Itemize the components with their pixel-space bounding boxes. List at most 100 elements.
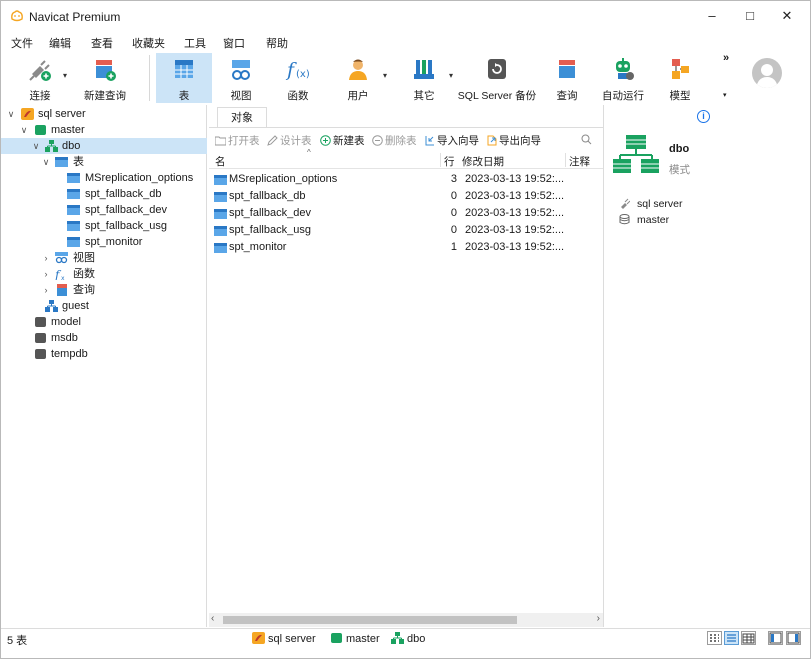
table-row[interactable]: spt_fallback_usg 0 2023-03-13 19:52:... [209,222,603,239]
column-divider[interactable] [440,153,441,167]
menu-edit[interactable]: 编辑 [49,35,71,51]
row-name: MSreplication_options [229,173,337,185]
svg-text:x: x [61,275,65,280]
tree-table-item[interactable]: MSreplication_options [1,170,207,186]
menu-file[interactable]: 文件 [11,35,33,51]
menu-window[interactable]: 窗口 [223,35,245,51]
table-button[interactable]: 表 [156,53,212,103]
status-schema: dbo [391,632,425,645]
tree-group-functions[interactable]: › f x 函数 [1,266,207,282]
info-icon[interactable]: i [697,110,710,123]
tree-database-model[interactable]: model [1,314,207,330]
table-row[interactable]: spt_fallback_db 0 2023-03-13 19:52:... [209,188,603,205]
row-name: spt_fallback_db [229,190,305,202]
new-table-button[interactable]: 新建表 [320,133,365,148]
table-row[interactable]: spt_monitor 1 2023-03-13 19:52:... [209,239,603,256]
horizontal-scrollbar[interactable]: ‹ › [209,613,603,627]
export-wizard-button[interactable]: 导出向导 [486,133,541,148]
export-icon [486,135,497,146]
row-modified: 2023-03-13 19:52:... [465,173,564,185]
design-table-button[interactable]: 设计表 [267,133,312,148]
close-button[interactable]: ✕ [769,5,805,27]
app-window: Navicat Premium – □ ✕ 文件 编辑 查看 收藏夹 工具 窗口… [0,0,811,659]
connect-button[interactable]: ▾ 连接 [15,53,65,103]
tree-database-tempdb[interactable]: tempdb [1,346,207,362]
user-avatar[interactable] [752,58,782,88]
tree-group-tables[interactable]: ∨ 表 [1,154,207,170]
view-button[interactable]: 视图 [219,53,263,103]
automation-button[interactable]: 自动运行 [598,53,648,103]
tree-database-msdb[interactable]: msdb [1,330,207,346]
menu-bar: 文件 编辑 查看 收藏夹 工具 窗口 帮助 [1,33,810,51]
menu-tools[interactable]: 工具 [184,35,206,51]
tab-objects[interactable]: 对象 [217,107,267,127]
chevron-down-icon[interactable]: ∨ [19,122,29,138]
query-button[interactable]: 查询 [545,53,589,103]
column-divider[interactable] [565,153,566,167]
column-header-name[interactable]: 名 [215,154,226,169]
grid-view-button[interactable] [707,631,722,645]
import-wizard-button[interactable]: 导入向导 [424,133,479,148]
table-icon [170,56,198,82]
toolbar-dropdown-caret[interactable]: ▾ [723,91,727,99]
toolbar-overflow-button[interactable]: » [723,52,729,64]
function-button[interactable]: f (x) 函数 [276,53,320,103]
pane-icon [787,632,800,644]
scroll-right-arrow-icon[interactable]: › [597,613,600,624]
chevron-down-icon[interactable]: ∨ [6,106,16,122]
tree-database-master[interactable]: ∨ master [1,122,207,138]
database-icon [330,632,343,644]
table-row[interactable]: MSreplication_options 3 2023-03-13 19:52… [209,171,603,188]
tree-schema-dbo[interactable]: ∨ dbo [1,138,207,154]
delete-table-button[interactable]: 删除表 [372,133,417,148]
chevron-down-icon[interactable]: ∨ [41,154,51,170]
tree-group-views[interactable]: › 视图 [1,250,207,266]
tree-group-queries[interactable]: › 查询 [1,282,207,298]
open-table-button[interactable]: 打开表 [215,133,260,148]
status-connection: sql server [252,632,316,645]
chevron-right-icon[interactable]: › [41,266,51,282]
backup-icon [483,56,511,82]
detail-view-button[interactable] [741,631,756,645]
database-icon [34,316,47,328]
status-database: master [330,632,380,645]
other-button[interactable]: ▾ 其它 [400,53,448,103]
tree-table-item[interactable]: spt_fallback_usg [1,218,207,234]
query-icon [553,56,581,82]
column-header-modified[interactable]: 修改日期 [462,154,504,169]
tree-table-item[interactable]: spt_monitor [1,234,207,250]
toggle-right-pane-button[interactable] [786,631,801,645]
table-row[interactable]: spt_fallback_dev 0 2023-03-13 19:52:... [209,205,603,222]
selected-object-type: 模式 [669,162,690,177]
tree-table-item[interactable]: spt_fallback_db [1,186,207,202]
model-button[interactable]: 模型 [660,53,700,103]
minimize-button[interactable]: – [694,5,730,27]
new-query-button[interactable]: 新建查询 [75,53,135,103]
row-modified: 2023-03-13 19:52:... [465,207,564,219]
menu-view[interactable]: 查看 [91,35,113,51]
search-icon[interactable] [581,134,592,145]
plug-icon [26,56,54,82]
chevron-right-icon[interactable]: › [41,282,51,298]
sql-server-backup-button[interactable]: SQL Server 备份 [456,53,538,103]
sort-asc-icon: ^ [307,148,311,157]
column-header-rows[interactable]: 行 [444,154,455,169]
column-header-comment[interactable]: 注释 [569,154,590,169]
menu-favorites[interactable]: 收藏夹 [132,35,165,51]
user-button[interactable]: ▾ 用户 [334,53,382,103]
scrollbar-thumb[interactable] [223,616,517,624]
tree-table-item[interactable]: spt_fallback_dev [1,202,207,218]
tree-schema-guest[interactable]: guest [1,298,207,314]
chevron-down-icon[interactable]: ∨ [31,138,41,154]
info-pane: i dbo 模式 sql server master [603,105,810,627]
scroll-left-arrow-icon[interactable]: ‹ [211,613,214,624]
maximize-button[interactable]: □ [732,5,768,27]
row-count: 0 [441,190,457,202]
toggle-left-pane-button[interactable] [768,631,783,645]
tree-connection-sql-server[interactable]: ∨ sql server [1,106,207,122]
menu-help[interactable]: 帮助 [266,35,288,51]
list-view-button[interactable] [724,631,739,645]
svg-text:(x): (x) [296,69,310,80]
view-icon [227,56,255,82]
chevron-right-icon[interactable]: › [41,250,51,266]
